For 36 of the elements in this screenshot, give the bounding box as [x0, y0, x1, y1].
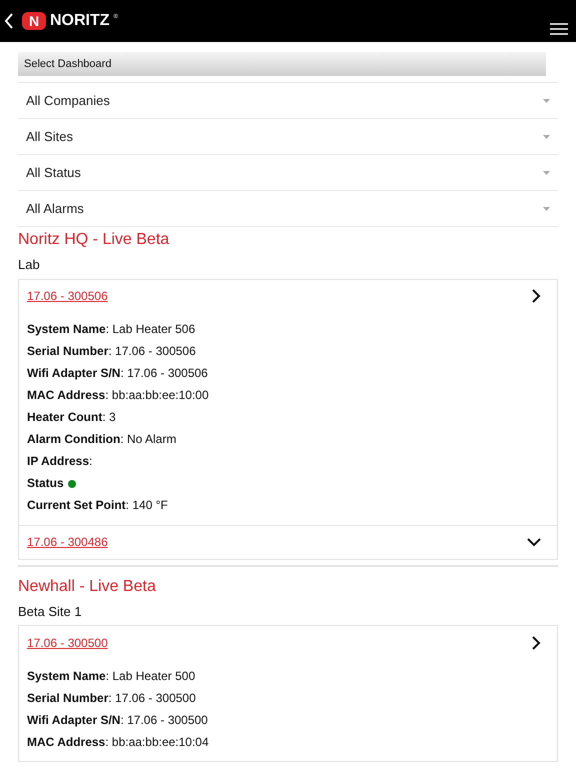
- chevron-right-icon[interactable]: [531, 289, 541, 303]
- brand-name: NORITZ: [50, 11, 110, 31]
- dropdown-caret-icon: [543, 98, 550, 102]
- back-icon[interactable]: [4, 13, 14, 29]
- detail-line: Current Set Point: 140 °F: [27, 497, 169, 514]
- company-title: Newhall - Live Beta: [18, 576, 157, 596]
- company-title: Noritz HQ - Live Beta: [18, 230, 170, 250]
- dropdown-caret-icon: [543, 170, 550, 174]
- detail-line: Wifi Adapter S/N: 17.06 - 300500: [27, 712, 209, 728]
- menu-icon[interactable]: [550, 23, 568, 35]
- detail-line: MAC Address: bb:aa:bb:ee:10:00: [27, 387, 210, 404]
- dropdown-caret-icon: [543, 206, 550, 210]
- status-label: Status: [27, 476, 64, 491]
- logo-badge: N: [22, 12, 46, 30]
- filter-dropdown[interactable]: All Companies: [18, 83, 558, 119]
- filter-dropdown[interactable]: All Sites: [18, 119, 558, 155]
- site-name: Beta Site 1: [18, 602, 83, 620]
- dropdown-caret-icon: [543, 134, 550, 138]
- detail-line: System Name: Lab Heater 506: [27, 321, 196, 338]
- detail-line: Wifi Adapter S/N: 17.06 - 300506: [27, 365, 209, 382]
- chevron-right-icon[interactable]: [531, 636, 541, 650]
- filter-dropdown[interactable]: All Alarms: [18, 191, 558, 227]
- detail-line: Serial Number: 17.06 - 300500: [27, 690, 197, 706]
- detail-line: Serial Number: 17.06 - 300506: [27, 343, 197, 360]
- detail-line: MAC Address: bb:aa:bb:ee:10:04: [27, 734, 210, 750]
- device-link[interactable]: 17.06 - 300500: [27, 634, 108, 652]
- device-link[interactable]: 17.06 - 300506: [27, 287, 108, 305]
- filter-dropdown[interactable]: All Status: [18, 155, 558, 191]
- detail-line: Heater Count: 3: [27, 409, 117, 426]
- detail-line: IP Address:: [27, 453, 94, 470]
- chevron-down-icon[interactable]: [527, 537, 541, 547]
- device-link[interactable]: 17.06 - 300486: [27, 533, 108, 551]
- detail-line: System Name: Lab Heater 500: [27, 668, 196, 684]
- detail-line: Alarm Condition: No Alarm: [27, 431, 178, 448]
- dashboard-select[interactable]: Select Dashboard: [18, 52, 546, 76]
- site-name: Lab: [18, 256, 41, 274]
